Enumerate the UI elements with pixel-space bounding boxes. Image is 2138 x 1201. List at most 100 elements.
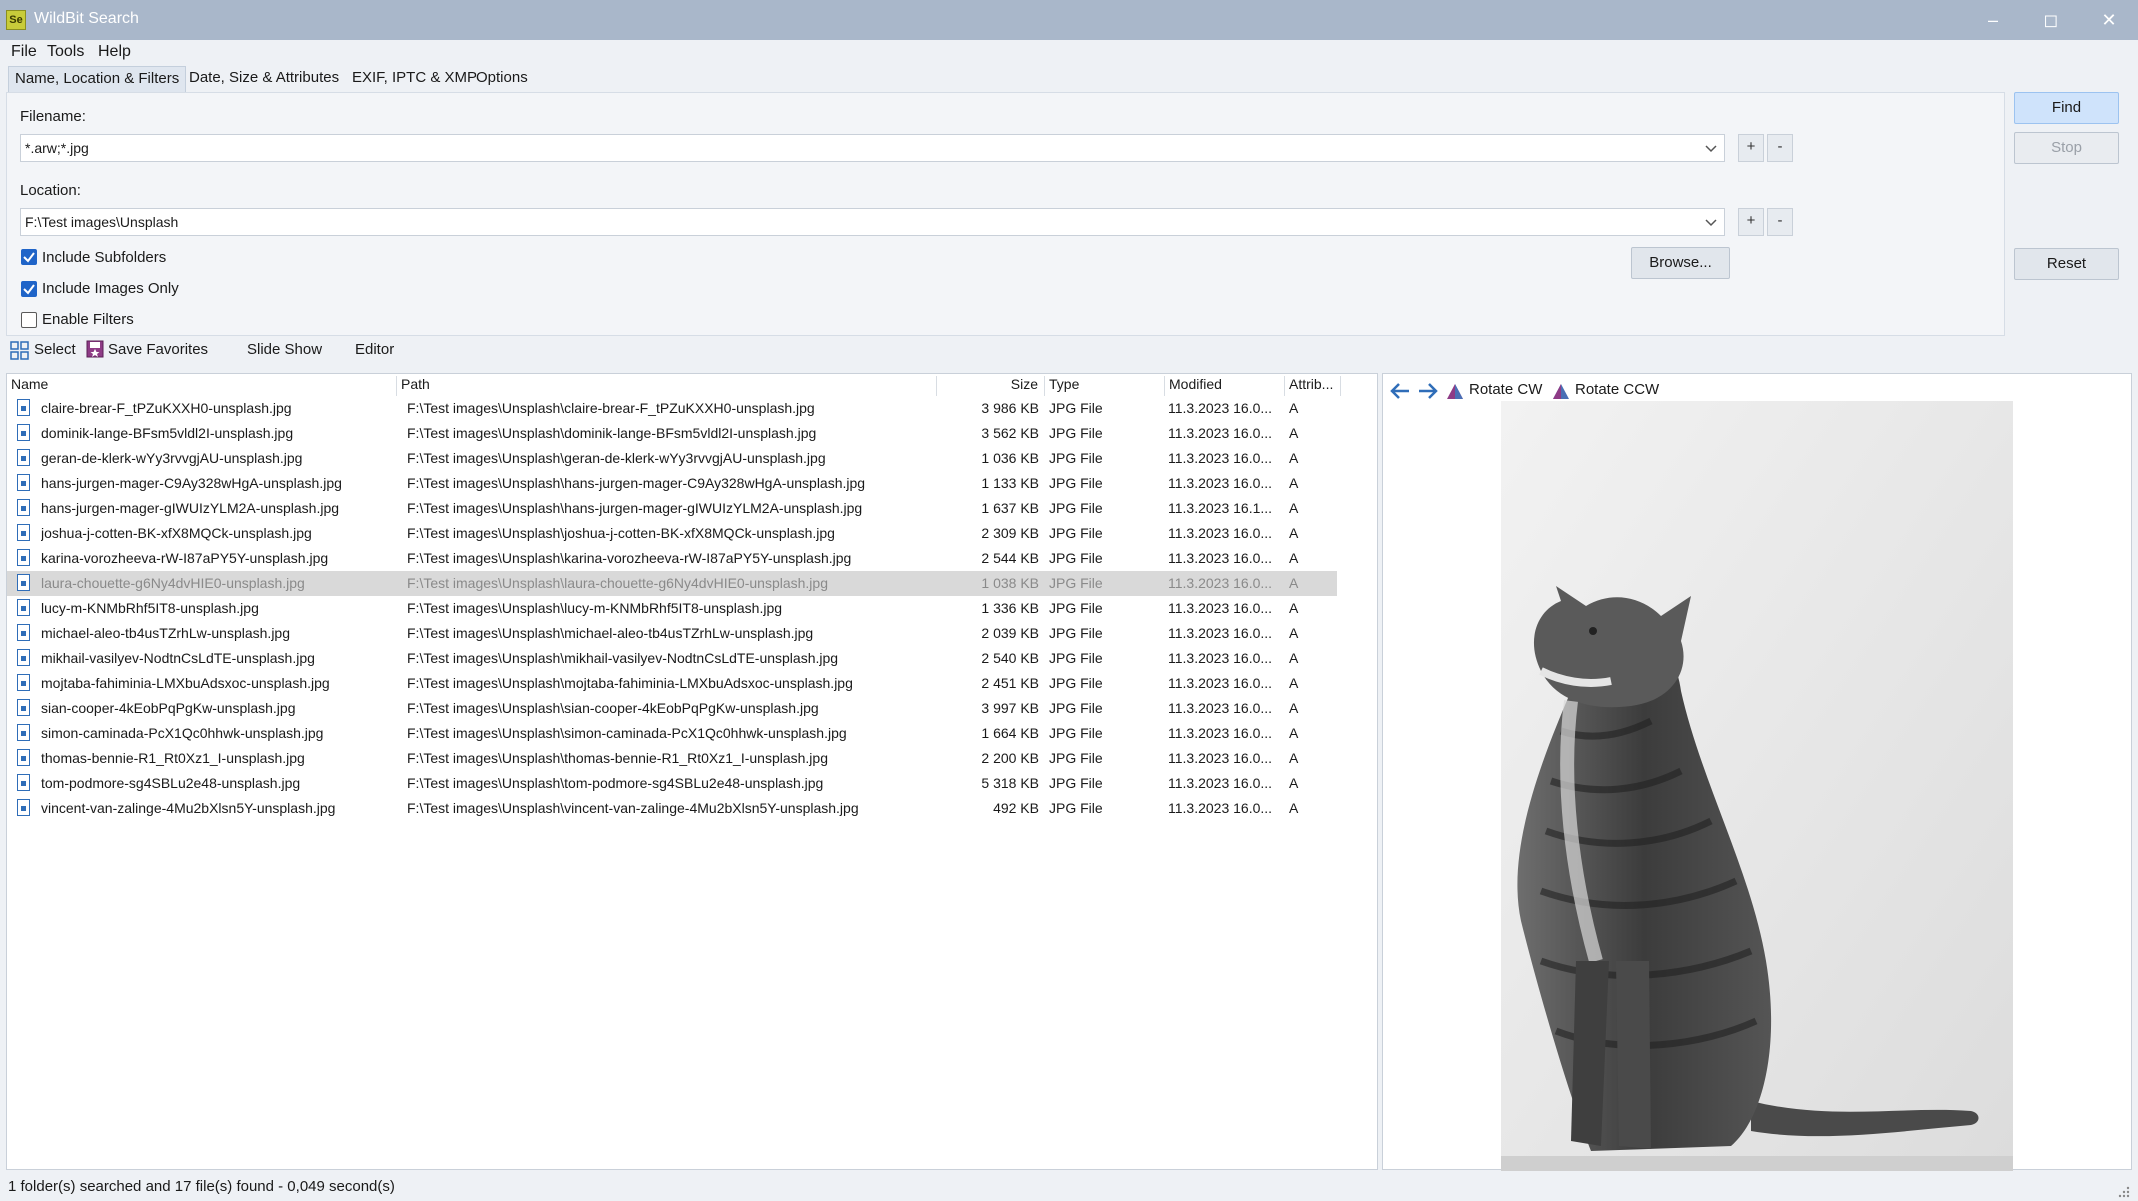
- image-file-icon: [17, 774, 30, 791]
- table-row[interactable]: hans-jurgen-mager-gIWUIzYLM2A-unsplash.j…: [7, 496, 1337, 521]
- cell-path: F:\Test images\Unsplash\thomas-bennie-R1…: [407, 750, 828, 766]
- image-file-icon: [17, 449, 30, 466]
- column-header-modified[interactable]: Modified: [1165, 376, 1285, 396]
- cell-name: sian-cooper-4kEobPqPgKw-unsplash.jpg: [41, 700, 296, 716]
- column-header-attrib[interactable]: Attrib...: [1285, 376, 1341, 396]
- table-row[interactable]: karina-vorozheeva-rW-I87aPY5Y-unsplash.j…: [7, 546, 1337, 571]
- cell-name: lucy-m-KNMbRhf5IT8-unsplash.jpg: [41, 600, 259, 616]
- checkmark-icon: [23, 252, 35, 263]
- browse-button[interactable]: Browse...: [1631, 247, 1730, 279]
- filename-combobox[interactable]: *.arw;*.jpg: [20, 134, 1725, 162]
- filename-add-button[interactable]: +: [1738, 134, 1764, 162]
- cell-type: JPG File: [1049, 775, 1103, 791]
- chevron-down-icon[interactable]: [1702, 138, 1720, 158]
- table-row[interactable]: mikhail-vasilyev-NodtnCsLdTE-unsplash.jp…: [7, 646, 1337, 671]
- table-row[interactable]: thomas-bennie-R1_Rt0Xz1_I-unsplash.jpg F:…: [7, 746, 1337, 771]
- cell-size: 2 544 KB: [981, 550, 1039, 566]
- tab-name-location-filters[interactable]: Name, Location & Filters: [8, 66, 187, 92]
- cell-type: JPG File: [1049, 700, 1103, 716]
- arrow-left-icon[interactable]: [1389, 381, 1411, 401]
- cell-size: 2 540 KB: [981, 650, 1039, 666]
- reset-button[interactable]: Reset: [2014, 248, 2119, 280]
- resize-grip-icon[interactable]: [2116, 1184, 2130, 1198]
- include-images-only-checkbox[interactable]: [21, 281, 37, 297]
- menu-file[interactable]: File: [11, 43, 37, 61]
- table-row[interactable]: joshua-j-cotten-BK-xfX8MQCk-unsplash.jpg…: [7, 521, 1337, 546]
- table-row[interactable]: vincent-van-zalinge-4Mu2bXlsn5Y-unsplash…: [7, 796, 1337, 821]
- enable-filters-checkbox[interactable]: [21, 312, 37, 328]
- app-icon: Se: [6, 10, 26, 30]
- tab-exif-iptc-xmp[interactable]: EXIF, IPTC & XMP: [346, 66, 483, 92]
- chevron-down-icon[interactable]: [1702, 212, 1720, 232]
- filename-remove-button[interactable]: -: [1767, 134, 1793, 162]
- location-add-button[interactable]: +: [1738, 208, 1764, 236]
- tab-options[interactable]: Options: [470, 66, 534, 92]
- table-row[interactable]: hans-jurgen-mager-C9Ay328wHgA-unsplash.j…: [7, 471, 1337, 496]
- table-row[interactable]: simon-caminada-PcX1Qc0hhwk-unsplash.jpg F…: [7, 721, 1337, 746]
- cell-path: F:\Test images\Unsplash\simon-caminada-P…: [407, 725, 847, 741]
- select-button[interactable]: Select: [34, 341, 76, 363]
- save-favorites-icon[interactable]: [86, 340, 104, 358]
- cell-path: F:\Test images\Unsplash\mikhail-vasilyev…: [407, 650, 839, 666]
- table-row[interactable]: laura-chouette-g6Ny4dvHIE0-unsplash.jpg F…: [7, 571, 1337, 596]
- menu-help[interactable]: Help: [98, 43, 131, 61]
- column-header-type[interactable]: Type: [1045, 376, 1165, 396]
- cell-modified: 11.3.2023 16.0...: [1168, 400, 1273, 416]
- close-icon[interactable]: ✕: [2081, 0, 2137, 40]
- table-row[interactable]: lucy-m-KNMbRhf5IT8-unsplash.jpg F:\Test i…: [7, 596, 1337, 621]
- cell-name: laura-chouette-g6Ny4dvHIE0-unsplash.jpg: [41, 575, 305, 591]
- rotate-cw-icon[interactable]: [1445, 382, 1465, 400]
- image-file-icon: [17, 574, 30, 591]
- cell-name: hans-jurgen-mager-C9Ay328wHgA-unsplash.j…: [41, 475, 342, 491]
- cat-photo: [1501, 401, 2013, 1171]
- slide-show-button[interactable]: Slide Show: [247, 341, 322, 363]
- status-text: 1 folder(s) searched and 17 file(s) foun…: [8, 1178, 395, 1195]
- rotate-ccw-icon[interactable]: [1551, 382, 1571, 400]
- cell-modified: 11.3.2023 16.0...: [1168, 575, 1273, 591]
- table-row[interactable]: sian-cooper-4kEobPqPgKw-unsplash.jpg F:\T…: [7, 696, 1337, 721]
- enable-filters-label[interactable]: Enable Filters: [42, 311, 134, 328]
- cell-path: F:\Test images\Unsplash\tom-podmore-sg4S…: [407, 775, 824, 791]
- column-header-path[interactable]: Path: [397, 376, 937, 396]
- preview-image: [1501, 401, 2013, 1171]
- cell-type: JPG File: [1049, 500, 1103, 516]
- cell-size: 3 997 KB: [981, 700, 1039, 716]
- location-combobox[interactable]: F:\Test images\Unsplash: [20, 208, 1725, 236]
- table-row[interactable]: michael-aleo-tb4usTZrhLw-unsplash.jpg F:\…: [7, 621, 1337, 646]
- table-row[interactable]: tom-podmore-sg4SBLu2e48-unsplash.jpg F:\T…: [7, 771, 1337, 796]
- table-row[interactable]: geran-de-klerk-wYy3rvvgjAU-unsplash.jpg F…: [7, 446, 1337, 471]
- rotate-cw-button[interactable]: Rotate CW: [1469, 381, 1542, 403]
- cell-type: JPG File: [1049, 750, 1103, 766]
- cell-attrib: A: [1289, 425, 1299, 441]
- file-list[interactable]: Name Path Size Type Modified Attrib... c…: [6, 373, 1378, 1170]
- minimize-icon[interactable]: –: [1965, 0, 2021, 40]
- cell-type: JPG File: [1049, 400, 1103, 416]
- table-row[interactable]: mojtaba-fahiminia-LMXbuAdsxoc-unsplash.j…: [7, 671, 1337, 696]
- tab-date-size-attributes[interactable]: Date, Size & Attributes: [183, 66, 345, 92]
- table-row[interactable]: dominik-lange-BFsm5vldl2I-unsplash.jpg F:…: [7, 421, 1337, 446]
- include-subfolders-label[interactable]: Include Subfolders: [42, 249, 166, 266]
- cell-modified: 11.3.2023 16.0...: [1168, 475, 1273, 491]
- location-remove-button[interactable]: -: [1767, 208, 1793, 236]
- cell-name: joshua-j-cotten-BK-xfX8MQCk-unsplash.jpg: [41, 525, 312, 541]
- find-button[interactable]: Find: [2014, 92, 2119, 124]
- cell-modified: 11.3.2023 16.0...: [1168, 550, 1273, 566]
- select-grid-icon[interactable]: [10, 341, 30, 361]
- table-row[interactable]: claire-brear-F_tPZuKXXH0-unsplash.jpg F:\…: [7, 396, 1337, 421]
- include-subfolders-checkbox[interactable]: [21, 249, 37, 265]
- menu-tools[interactable]: Tools: [47, 43, 84, 61]
- cell-attrib: A: [1289, 400, 1299, 416]
- arrow-right-icon[interactable]: [1417, 381, 1439, 401]
- column-header-name[interactable]: Name: [7, 376, 397, 396]
- cell-size: 3 986 KB: [981, 400, 1039, 416]
- cell-path: F:\Test images\Unsplash\joshua-j-cotten-…: [407, 525, 835, 541]
- save-favorites-button[interactable]: Save Favorites: [108, 341, 208, 363]
- editor-button[interactable]: Editor: [355, 341, 394, 363]
- cell-size: 1 336 KB: [981, 600, 1039, 616]
- rotate-ccw-button[interactable]: Rotate CCW: [1575, 381, 1659, 403]
- column-header-size[interactable]: Size: [937, 376, 1045, 396]
- include-images-only-label[interactable]: Include Images Only: [42, 280, 179, 297]
- cell-type: JPG File: [1049, 725, 1103, 741]
- stop-button[interactable]: Stop: [2014, 132, 2119, 164]
- maximize-icon[interactable]: ◻: [2023, 0, 2079, 40]
